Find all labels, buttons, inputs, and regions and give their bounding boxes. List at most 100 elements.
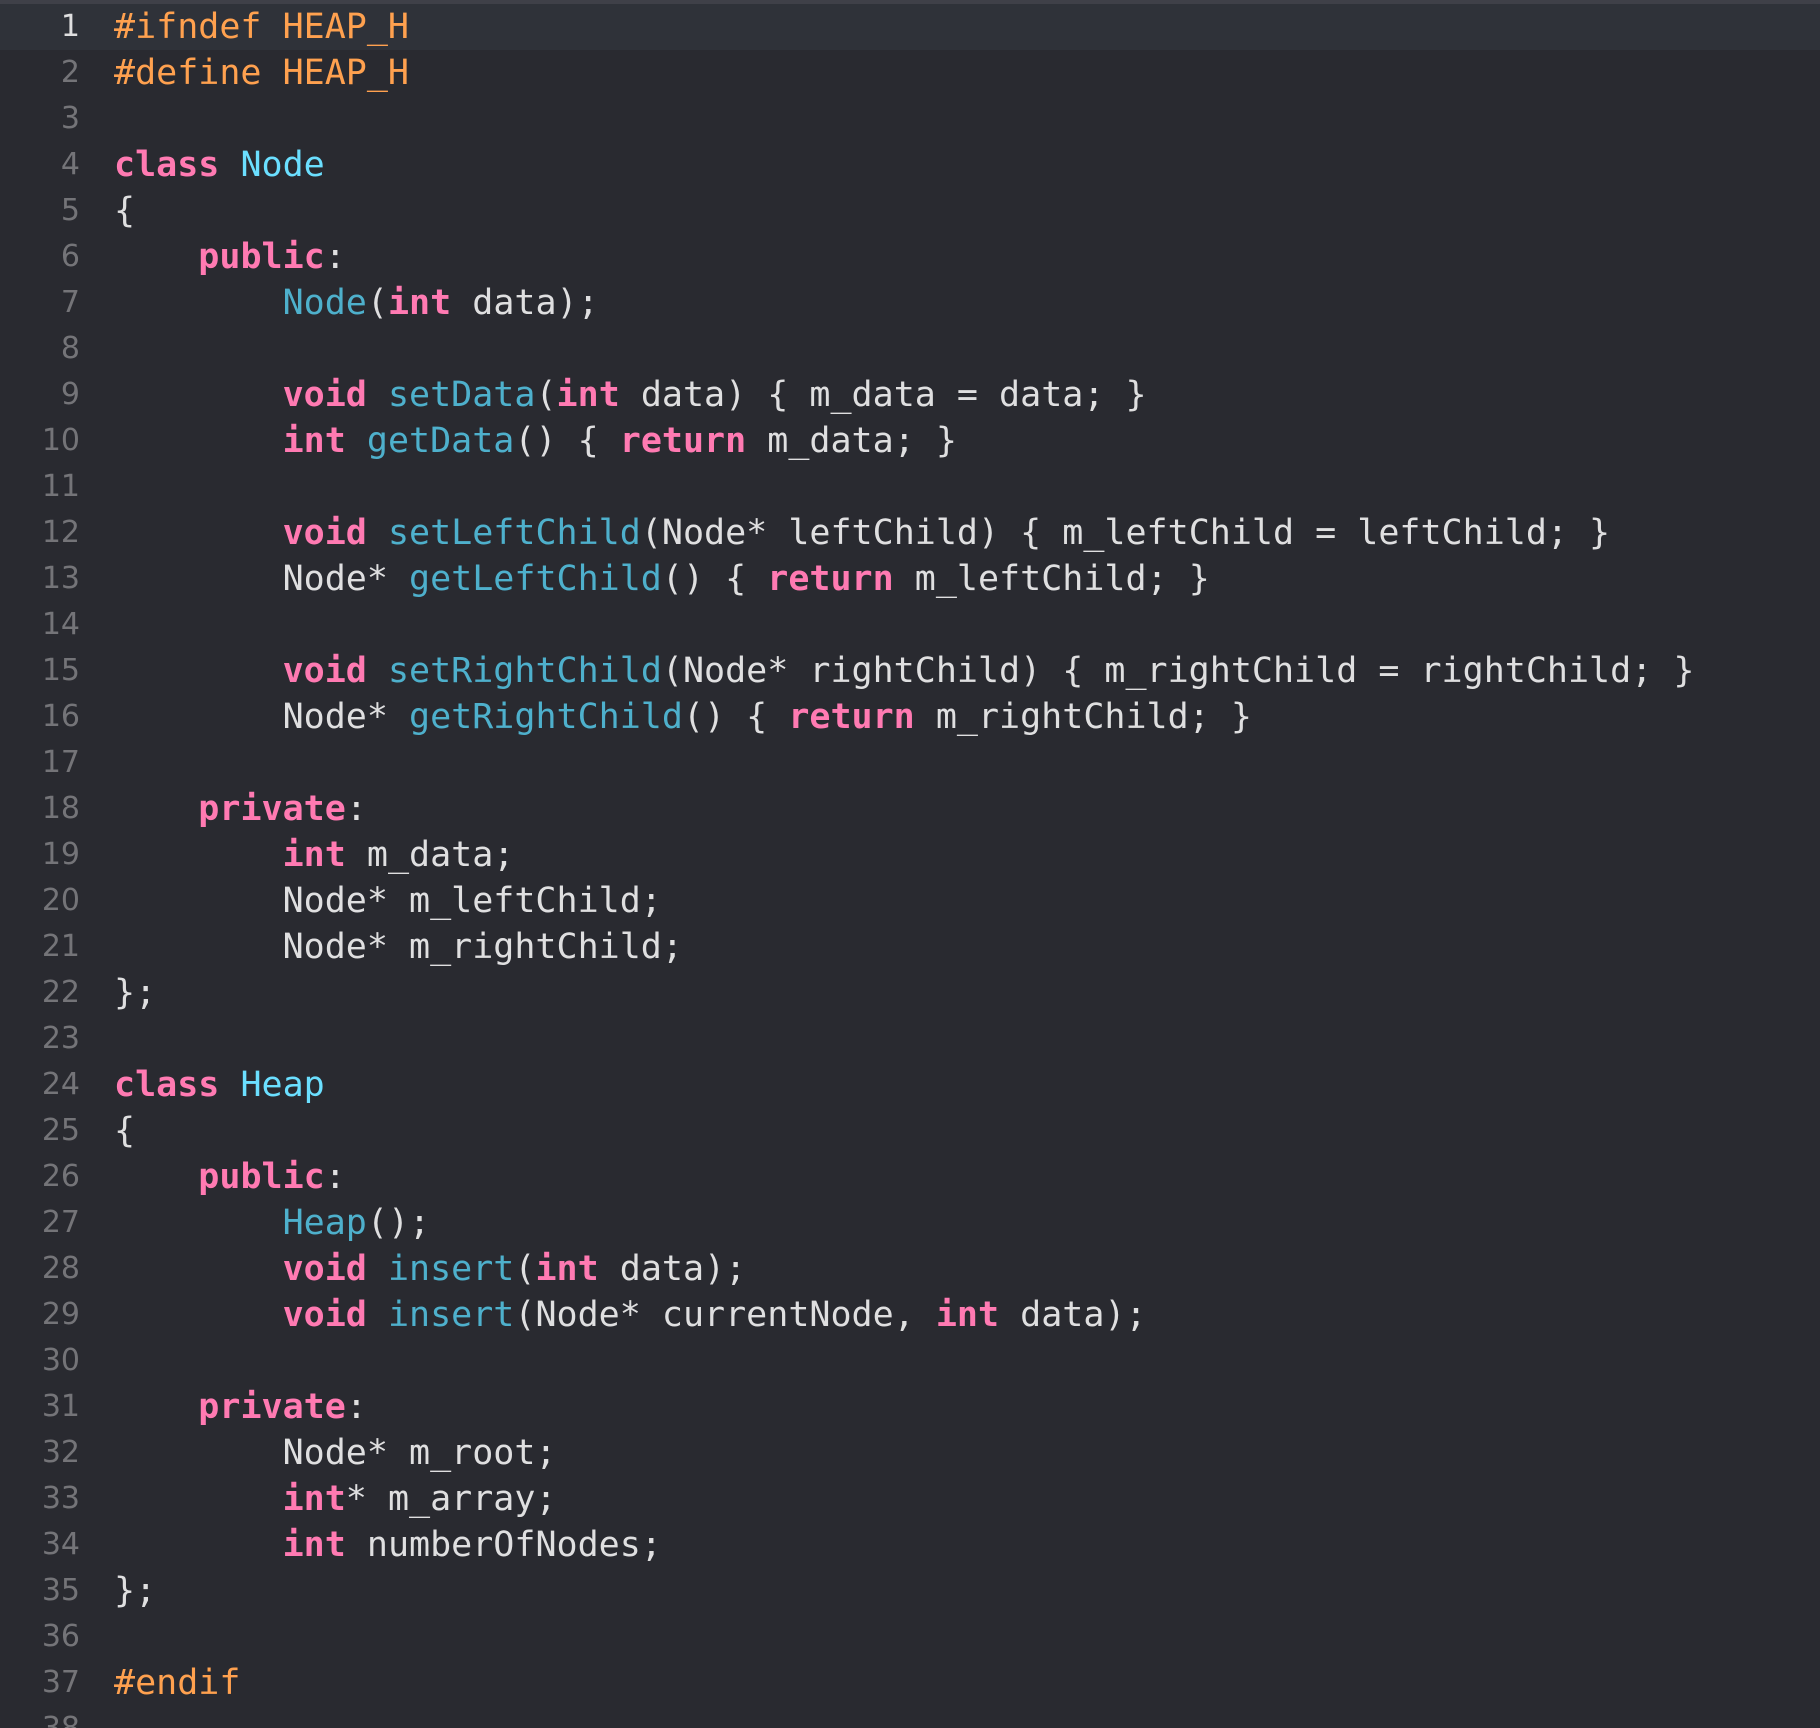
line-number: 2 bbox=[60, 55, 80, 90]
line-number: 19 bbox=[41, 837, 80, 872]
code-text-token: ( bbox=[514, 1249, 536, 1289]
line-number: 18 bbox=[41, 791, 80, 826]
code-line-21[interactable]: 21 Node* m_rightChild; bbox=[0, 924, 1820, 970]
code-line-30[interactable]: 30 bbox=[0, 1338, 1820, 1384]
code-line-10[interactable]: 10 int getData() { return m_data; } bbox=[0, 418, 1820, 464]
code-line-26[interactable]: 26 public: bbox=[0, 1154, 1820, 1200]
function-name-token: setLeftChild bbox=[387, 513, 641, 553]
code-line-34[interactable]: 34 int numberOfNodes; bbox=[0, 1522, 1820, 1568]
code-line-11[interactable]: 11 bbox=[0, 464, 1820, 510]
code-line-31[interactable]: 31 private: bbox=[0, 1384, 1820, 1430]
code-line-25[interactable]: 25 { bbox=[0, 1108, 1820, 1154]
line-code: #define HEAP_H bbox=[114, 50, 409, 96]
line-number: 25 bbox=[41, 1113, 80, 1148]
keyword-token: class bbox=[114, 1065, 220, 1105]
code-text-token: data) { m_data = data; } bbox=[619, 375, 1147, 415]
code-line-2[interactable]: 2 #define HEAP_H bbox=[0, 50, 1820, 96]
code-text-token: (); bbox=[366, 1203, 431, 1243]
line-code: int m_data; bbox=[114, 832, 515, 878]
line-code: Node* getRightChild() { return m_rightCh… bbox=[114, 694, 1252, 740]
code-text-token: () { bbox=[682, 697, 789, 737]
line-number: 1 bbox=[60, 9, 80, 44]
line-code: void setLeftChild(Node* leftChild) { m_l… bbox=[114, 510, 1611, 556]
type-name-token: Node bbox=[240, 145, 325, 185]
code-line-13[interactable]: 13 Node* getLeftChild() { return m_leftC… bbox=[0, 556, 1820, 602]
line-number: 27 bbox=[41, 1205, 80, 1240]
keyword-token: return bbox=[788, 697, 915, 737]
code-line-38[interactable]: 38 bbox=[0, 1706, 1820, 1728]
code-line-15[interactable]: 15 void setRightChild(Node* rightChild) … bbox=[0, 648, 1820, 694]
line-number: 17 bbox=[41, 745, 80, 780]
line-number: 12 bbox=[41, 515, 80, 550]
code-line-29[interactable]: 29 void insert(Node* currentNode, int da… bbox=[0, 1292, 1820, 1338]
code-text-token: : bbox=[345, 789, 367, 829]
code-line-12[interactable]: 12 void setLeftChild(Node* leftChild) { … bbox=[0, 510, 1820, 556]
code-text-token: }; bbox=[114, 1571, 157, 1611]
code-line-1[interactable]: 1 #ifndef HEAP_H bbox=[0, 4, 1820, 50]
keyword-token: int bbox=[282, 421, 346, 461]
line-code: private: bbox=[114, 786, 367, 832]
code-text-token: Node* bbox=[114, 559, 410, 599]
code-text-token: : bbox=[345, 1387, 367, 1427]
keyword-token: int bbox=[282, 1479, 346, 1519]
code-line-32[interactable]: 32 Node* m_root; bbox=[0, 1430, 1820, 1476]
line-code: Node* m_leftChild; bbox=[114, 878, 662, 924]
line-number: 37 bbox=[41, 1665, 80, 1700]
code-line-24[interactable]: 24 class Heap bbox=[0, 1062, 1820, 1108]
line-code: class Node bbox=[114, 142, 325, 188]
code-line-8[interactable]: 8 bbox=[0, 326, 1820, 372]
code-editor[interactable]: 1 #ifndef HEAP_H 2 #define HEAP_H 3 4 class No… bbox=[0, 0, 1820, 1728]
code-line-7[interactable]: 7 Node(int data); bbox=[0, 280, 1820, 326]
code-line-37[interactable]: 37 #endif bbox=[0, 1660, 1820, 1706]
keyword-token: int bbox=[556, 375, 620, 415]
line-number: 31 bbox=[41, 1389, 80, 1424]
code-text-token: data); bbox=[598, 1249, 747, 1289]
line-number: 26 bbox=[41, 1159, 80, 1194]
code-line-14[interactable]: 14 bbox=[0, 602, 1820, 648]
function-name-token: Heap bbox=[282, 1203, 367, 1243]
code-line-16[interactable]: 16 Node* getRightChild() { return m_righ… bbox=[0, 694, 1820, 740]
line-code: void insert(Node* currentNode, int data)… bbox=[114, 1292, 1147, 1338]
code-line-18[interactable]: 18 private: bbox=[0, 786, 1820, 832]
line-code: class Heap bbox=[114, 1062, 325, 1108]
code-line-9[interactable]: 9 void setData(int data) { m_data = data… bbox=[0, 372, 1820, 418]
code-text-token: (Node* rightChild) { m_rightChild = righ… bbox=[661, 651, 1695, 691]
line-number: 16 bbox=[41, 699, 80, 734]
code-line-23[interactable]: 23 bbox=[0, 1016, 1820, 1062]
code-line-27[interactable]: 27 Heap(); bbox=[0, 1200, 1820, 1246]
code-text-token: data); bbox=[451, 283, 599, 323]
keyword-token: void bbox=[282, 1249, 367, 1289]
line-number: 5 bbox=[60, 193, 80, 228]
keyword-token: void bbox=[282, 651, 367, 691]
code-line-6[interactable]: 6 public: bbox=[0, 234, 1820, 280]
code-line-3[interactable]: 3 bbox=[0, 96, 1820, 142]
code-line-20[interactable]: 20 Node* m_leftChild; bbox=[0, 878, 1820, 924]
code-line-4[interactable]: 4 class Node bbox=[0, 142, 1820, 188]
code-line-28[interactable]: 28 void insert(int data); bbox=[0, 1246, 1820, 1292]
line-number: 33 bbox=[41, 1481, 80, 1516]
code-line-5[interactable]: 5{ bbox=[0, 188, 1820, 234]
code-text-token: { bbox=[114, 1111, 136, 1151]
function-name-token: insert bbox=[387, 1249, 515, 1289]
code-line-19[interactable]: 19 int m_data; bbox=[0, 832, 1820, 878]
keyword-token: public bbox=[198, 237, 325, 277]
line-number: 22 bbox=[41, 975, 80, 1010]
code-line-36[interactable]: 36 bbox=[0, 1614, 1820, 1660]
code-line-35[interactable]: 35}; bbox=[0, 1568, 1820, 1614]
line-number: 7 bbox=[60, 285, 80, 320]
line-code: int* m_array; bbox=[114, 1476, 557, 1522]
code-line-33[interactable]: 33 int* m_array; bbox=[0, 1476, 1820, 1522]
code-line-22[interactable]: 22}; bbox=[0, 970, 1820, 1016]
keyword-token: int bbox=[387, 283, 452, 323]
function-name-token: Node bbox=[282, 283, 367, 323]
code-line-17[interactable]: 17 bbox=[0, 740, 1820, 786]
line-code: }; bbox=[114, 1568, 156, 1614]
line-code: #endif bbox=[114, 1660, 240, 1706]
